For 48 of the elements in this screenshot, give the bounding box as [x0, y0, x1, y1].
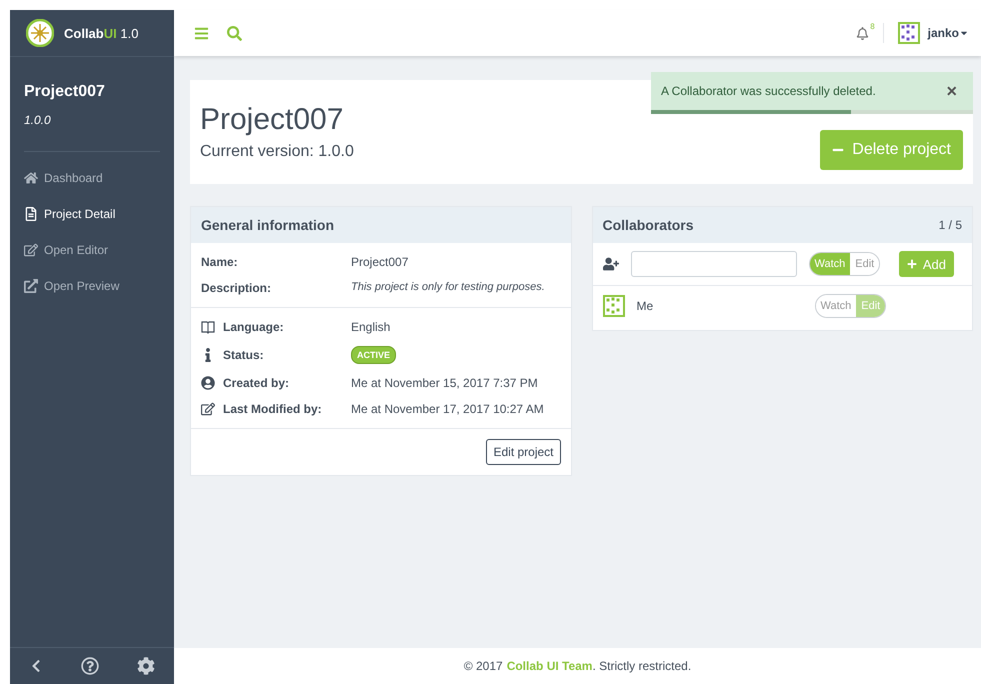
field-label: Description:	[201, 281, 272, 295]
project-title: Project007	[23, 82, 106, 101]
help-icon[interactable]	[81, 657, 99, 675]
close-button[interactable]: ×	[940, 80, 963, 102]
page-subtitle: Current version: 1.0.0	[200, 143, 354, 161]
field-value: Me at November 17, 2017 10:27 AM	[351, 402, 545, 416]
card-title: General information	[201, 217, 334, 233]
collaborator-count: 1 / 5	[938, 218, 962, 232]
footer-text: © 2017	[464, 659, 503, 673]
field-value: This project is only for testing purposes.	[351, 281, 546, 295]
sidebar-item[interactable]: Project Detail	[10, 196, 174, 232]
field-label: Status:	[223, 348, 264, 362]
sidebar-item[interactable]: Open Preview	[10, 268, 174, 304]
field-label: Name:	[201, 255, 239, 269]
project-version: 1.0.0	[23, 112, 52, 127]
user-avatar	[898, 22, 920, 44]
sidebar-item[interactable]: Dashboard	[10, 160, 174, 196]
user-icon	[201, 376, 215, 390]
footer-text: . Strictly restricted.	[592, 659, 692, 673]
sidebar-item[interactable]: Open Editor	[10, 232, 174, 268]
toast-message: A Collaborator was successfully deleted.	[661, 84, 876, 98]
edit-project-button[interactable]: Edit project	[486, 439, 560, 465]
plus-icon	[906, 259, 917, 269]
edit-icon	[201, 402, 215, 416]
card-title: Collaborators	[602, 217, 694, 233]
settings-icon[interactable]	[137, 657, 155, 675]
field-value: Me at November 15, 2017 7:37 PM	[351, 376, 539, 390]
field-value: English	[351, 320, 392, 334]
field-label: Last Modified by:	[223, 402, 322, 416]
status-badge: ACTIVE	[351, 346, 396, 364]
bell-icon[interactable]	[856, 26, 869, 40]
add-user-icon	[602, 256, 618, 272]
external-link-icon	[24, 279, 38, 293]
page-title: Project007	[200, 103, 344, 137]
field-label: Created by:	[223, 376, 290, 390]
home-icon	[24, 171, 38, 185]
avatar	[602, 295, 624, 317]
field-label: Language:	[223, 320, 284, 334]
field-value: Project007	[351, 255, 410, 269]
logo-icon	[26, 19, 54, 47]
collaborator-input[interactable]	[630, 251, 796, 277]
notification-count: 8	[870, 22, 875, 30]
book-icon	[201, 320, 215, 334]
document-icon	[24, 207, 38, 221]
app-logo-text: CollabUI 1.0	[64, 26, 138, 40]
edit-icon	[24, 243, 38, 257]
collaborator-name: Me	[636, 299, 654, 313]
user-menu[interactable]: janko	[928, 26, 969, 40]
